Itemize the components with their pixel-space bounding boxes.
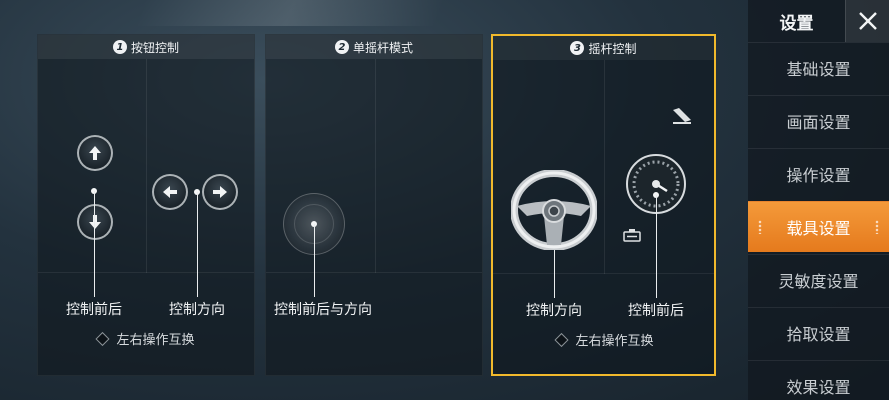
sidebar-item-label: 基础设置 [786, 60, 851, 79]
sidebar-item-label: 拾取设置 [786, 325, 851, 344]
arrow-left-icon [152, 174, 188, 210]
sidebar-item-vehicle[interactable]: 载具设置 [748, 201, 889, 252]
option-title: 单摇杆模式 [352, 40, 413, 55]
swap-label: 左右操作互换 [116, 333, 195, 348]
preview-divider [146, 59, 147, 273]
control-label: 控制前后 [66, 302, 122, 318]
panel-header: 3 摇杆控制 [493, 36, 714, 60]
swap-left-right-toggle[interactable]: 左右操作互换 [554, 330, 654, 349]
close-icon [858, 12, 877, 30]
settings-title: 设置 [779, 13, 814, 34]
steering-wheel-icon [511, 170, 597, 250]
sidebar-item-label: 效果设置 [786, 378, 851, 397]
sidebar-item-basic[interactable]: 基础设置 [748, 42, 889, 93]
control-label: 控制前后与方向 [274, 302, 372, 318]
control-option-joystick[interactable]: 3 摇杆控制 控制方向 控制前后 左右操作互换 [491, 34, 716, 376]
preview-divider [375, 59, 376, 273]
checkbox-diamond-icon [95, 331, 110, 346]
grip-icon [875, 220, 879, 234]
arrow-right-icon [202, 174, 238, 210]
option-number-badge: 3 [570, 41, 585, 55]
accelerator-pedal-icon [673, 108, 691, 124]
sidebar-item-sensitivity[interactable]: 灵敏度设置 [748, 254, 889, 305]
leader-line [656, 195, 657, 298]
sidebar-item-label: 操作设置 [786, 166, 851, 185]
control-option-button[interactable]: 1 按钮控制 控制前后 控制方向 左右操作互换 [37, 34, 255, 376]
sidebar-item-pickup[interactable]: 拾取设置 [748, 307, 889, 358]
sidebar-item-effects[interactable]: 效果设置 [748, 360, 889, 400]
swap-left-right-toggle[interactable]: 左右操作互换 [95, 329, 195, 348]
leader-line [94, 191, 95, 297]
settings-sidebar: 设置 基础设置 画面设置 操作设置 载具设置 灵敏度设置 拾取设置 效果设置 [748, 0, 889, 400]
leader-line [197, 192, 198, 297]
panel-header: 1 按钮控制 [38, 35, 254, 59]
grip-icon [758, 220, 762, 234]
option-number-badge: 2 [334, 40, 349, 54]
control-label: 控制方向 [526, 303, 582, 319]
option-title: 摇杆控制 [588, 41, 637, 56]
leader-line [314, 224, 315, 297]
option-number-badge: 1 [112, 40, 127, 54]
sidebar-item-label: 画面设置 [786, 113, 851, 132]
sidebar-item-label: 灵敏度设置 [778, 272, 859, 291]
sidebar-item-graphics[interactable]: 画面设置 [748, 95, 889, 146]
swap-label: 左右操作互换 [575, 334, 654, 349]
checkbox-diamond-icon [554, 332, 569, 347]
brake-pedal-icon [623, 229, 641, 242]
sidebar-item-controls[interactable]: 操作设置 [748, 148, 889, 199]
control-label: 控制方向 [169, 302, 225, 318]
background-streak [135, 0, 445, 26]
option-title: 按钮控制 [130, 40, 179, 55]
preview-divider [604, 60, 605, 274]
leader-line [554, 250, 555, 298]
close-button[interactable] [845, 0, 889, 42]
arrow-up-icon [77, 135, 113, 171]
sidebar-item-label: 载具设置 [786, 219, 851, 238]
control-option-single-joystick[interactable]: 2 单摇杆模式 控制前后与方向 [265, 34, 483, 376]
control-label: 控制前后 [628, 303, 684, 319]
arrow-down-icon [77, 204, 113, 240]
panel-header: 2 单摇杆模式 [266, 35, 482, 59]
